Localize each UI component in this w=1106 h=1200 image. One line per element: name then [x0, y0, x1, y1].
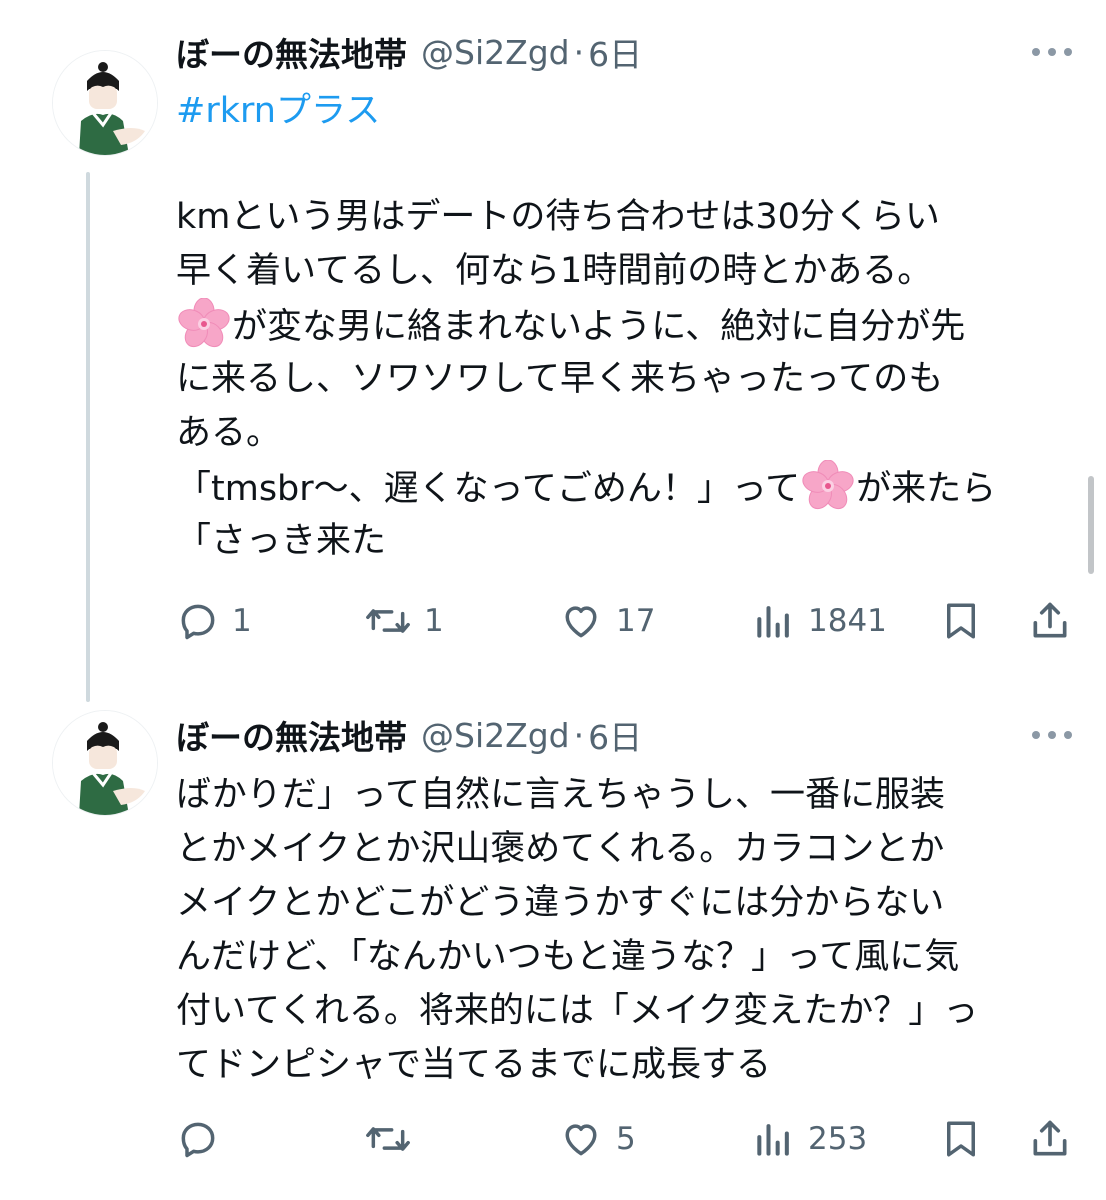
- text-line: メイクとかどこがどう違うかすぐには分からない: [176, 883, 945, 923]
- hashtag-link[interactable]: #rkrnプラス: [176, 82, 380, 133]
- bookmark-icon: [947, 1121, 975, 1157]
- share-icon: [1033, 602, 1067, 638]
- timestamp[interactable]: 6日: [588, 711, 642, 759]
- share-icon: [1033, 1120, 1067, 1156]
- retweet-icon: [366, 609, 410, 633]
- views-button[interactable]: 1841: [752, 596, 887, 646]
- scrollbar[interactable]: [1088, 476, 1094, 574]
- cherry-blossom-emoji: [802, 460, 854, 510]
- more-icon[interactable]: [1032, 42, 1072, 62]
- bookmark-button[interactable]: [940, 596, 982, 646]
- user-handle[interactable]: @Si2Zgd: [421, 33, 570, 72]
- views-icon: [757, 606, 789, 638]
- thread-connector-line: [86, 172, 90, 702]
- display-name[interactable]: ぼーの無法地帯: [176, 28, 407, 76]
- tweet-header: ぼーの無法地帯 @Si2Zgd · 6日: [176, 27, 642, 77]
- views-count: 1841: [808, 603, 887, 639]
- header-separator: ·: [573, 32, 585, 72]
- views-icon: [757, 1124, 789, 1156]
- like-count: 17: [616, 603, 656, 639]
- views-count: 253: [808, 1121, 868, 1157]
- text-segment: 「tmsbr〜、遅くなってごめん！」って: [176, 469, 801, 509]
- text-line: ばかりだ」って自然に言えちゃうし、一番に服装: [176, 775, 945, 815]
- retweet-button[interactable]: 1: [364, 596, 444, 646]
- like-count: 5: [616, 1121, 636, 1157]
- like-icon: [565, 1124, 597, 1156]
- retweet-icon: [366, 1127, 410, 1151]
- avatar[interactable]: [52, 710, 158, 816]
- bookmark-button[interactable]: [940, 1114, 982, 1164]
- tweet-1[interactable]: ぼーの無法地帯 @Si2Zgd · 6日 #rkrnプラス kmという男はデート…: [0, 0, 1106, 702]
- tweet-actions: 1 1 17 1841: [176, 596, 1076, 646]
- avatar-illustration: [53, 711, 157, 815]
- display-name[interactable]: ぼーの無法地帯: [176, 711, 407, 759]
- views-button[interactable]: 253: [752, 1114, 867, 1164]
- text-line: に来るし、ソワソワして早く来ちゃったってのも: [176, 359, 944, 399]
- text-line: が変な男に絡まれないように、絶対に自分が先: [176, 298, 1076, 352]
- text-line: ある。: [176, 413, 282, 453]
- header-separator: ·: [573, 715, 585, 755]
- timestamp[interactable]: 6日: [588, 28, 642, 76]
- avatar-illustration: [53, 51, 157, 155]
- reply-button[interactable]: 1: [176, 596, 252, 646]
- more-icon[interactable]: [1032, 725, 1072, 745]
- retweet-button[interactable]: [364, 1114, 424, 1164]
- share-button[interactable]: [1028, 1114, 1072, 1164]
- text-line: 付いてくれる。将来的には「メイク変えたか？」っ: [176, 991, 979, 1031]
- like-icon: [565, 606, 597, 638]
- reply-button[interactable]: [176, 1114, 232, 1164]
- text-line: 「tmsbr〜、遅くなってごめん！」って が来たら: [176, 460, 1076, 514]
- retweet-count: 1: [424, 603, 444, 639]
- reply-icon: [181, 604, 215, 640]
- like-button[interactable]: 17: [558, 596, 655, 646]
- tweet-2[interactable]: ぼーの無法地帯 @Si2Zgd · 6日 ばかりだ」って自然に言えちゃうし、一番…: [0, 700, 1106, 1200]
- text-line: 早く着いてるし、何なら1時間前の時とかある。: [176, 251, 933, 291]
- text-line: てドンピシャで当てるまでに成長する: [176, 1045, 772, 1085]
- tweet-actions: 5 253: [176, 1114, 1076, 1164]
- tweet-header: ぼーの無法地帯 @Si2Zgd · 6日: [176, 710, 642, 760]
- avatar[interactable]: [52, 50, 158, 156]
- text-line: んだけど、「なんかいつもと違うな？」って風に気: [176, 937, 960, 977]
- text-segment: が来たら: [856, 469, 997, 509]
- tweet-text: kmという男はデートの待ち合わせは30分くらい 早く着いてるし、何なら1時間前の…: [176, 190, 1076, 568]
- tweet-text: ばかりだ」って自然に言えちゃうし、一番に服装 とかメイクとか沢山褒めてくれる。カ…: [176, 768, 1076, 1092]
- bookmark-icon: [947, 603, 975, 639]
- user-handle[interactable]: @Si2Zgd: [421, 716, 570, 755]
- text-line: kmという男はデートの待ち合わせは30分くらい: [176, 197, 940, 237]
- reply-icon: [181, 1122, 215, 1158]
- share-button[interactable]: [1028, 596, 1072, 646]
- reply-count: 1: [232, 603, 252, 639]
- text-line: とかメイクとか沢山褒めてくれる。カラコンとか: [176, 829, 945, 869]
- text-segment: が変な男に絡まれないように、絶対に自分が先: [232, 307, 966, 347]
- cherry-blossom-emoji: [178, 298, 230, 348]
- text-line: 「さっき来た: [176, 521, 387, 561]
- like-button[interactable]: 5: [558, 1114, 636, 1164]
